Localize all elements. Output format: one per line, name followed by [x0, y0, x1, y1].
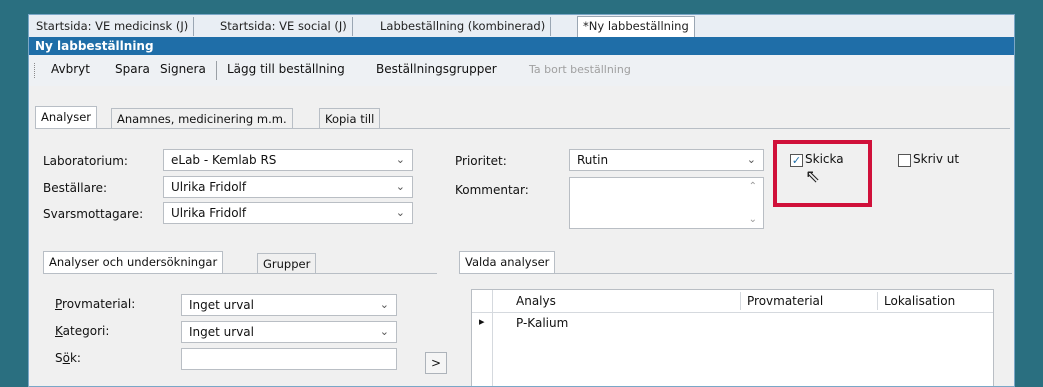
toolbar-separator [216, 61, 217, 80]
doc-tab-medicinsk[interactable]: Startsida: VE medicinsk (J) [31, 17, 195, 36]
priority-select[interactable]: Rutin ⌄ [569, 149, 764, 171]
column-divider [877, 292, 878, 310]
table-row[interactable]: ▸ P-Kalium [472, 313, 993, 333]
orderer-label: Beställare: [43, 181, 108, 195]
row-selector-icon: ▸ [479, 315, 485, 328]
chevron-down-icon: ⌄ [395, 180, 405, 193]
orderer-select[interactable]: Ulrika Fridolf ⌄ [163, 176, 413, 198]
tab-kopia-till[interactable]: Kopia till [319, 108, 381, 128]
subtab-panel-border [43, 273, 437, 274]
scroll-down-icon[interactable]: ⌄ [749, 214, 757, 225]
app-window: Startsida: VE medicinsk (J) Startsida: V… [28, 14, 1015, 387]
chevron-down-icon: ⌄ [379, 298, 389, 311]
laboratory-select[interactable]: eLab - Kemlab RS ⌄ [163, 149, 413, 171]
print-checkbox[interactable] [898, 154, 911, 167]
recipient-select[interactable]: Ulrika Fridolf ⌄ [163, 202, 413, 224]
column-divider [740, 292, 741, 310]
tab-panel-border [35, 128, 1010, 129]
category-value: Inget urval [189, 325, 254, 339]
material-select[interactable]: Inget urval ⌄ [181, 294, 397, 316]
priority-value: Rutin [577, 153, 609, 167]
selected-analyses-grid: Analys Provmaterial Lokalisation ▸ P-Kal… [471, 289, 994, 386]
toolbar-grip [34, 63, 38, 78]
tab-grupper[interactable]: Grupper [257, 253, 317, 273]
recipient-label: Svarsmottagare: [43, 207, 144, 221]
comment-label: Kommentar: [455, 183, 529, 197]
chevron-down-icon: ⌄ [395, 206, 405, 219]
chevron-down-icon: ⌄ [395, 153, 405, 166]
document-tab-bar: Startsida: VE medicinsk (J) Startsida: V… [29, 15, 1014, 38]
doc-tab-social[interactable]: Startsida: VE social (J) [215, 17, 353, 36]
print-label: Skriv ut [913, 152, 960, 166]
toolbar: Avbryt Spara Signera Lägg till beställni… [29, 55, 1014, 87]
add-order-button[interactable]: Lägg till beställning [227, 62, 345, 76]
priority-label: Prioritet: [455, 154, 507, 168]
order-groups-button[interactable]: Beställningsgrupper [376, 62, 497, 76]
tab-analyser-undersokningar[interactable]: Analyser och undersökningar [43, 251, 224, 273]
add-analysis-button[interactable]: > [425, 352, 447, 374]
category-label-text: ategori: [62, 324, 110, 338]
column-header-provmaterial[interactable]: Provmaterial [747, 294, 823, 308]
laboratory-label: Laboratorium: [43, 154, 128, 168]
sign-button[interactable]: Signera [160, 62, 206, 76]
recipient-value: Ulrika Fridolf [171, 206, 247, 220]
column-header-analys[interactable]: Analys [516, 294, 556, 308]
window-title: Ny labbeställning [29, 37, 1014, 55]
category-label: Kategori: [55, 324, 110, 338]
comment-textarea[interactable]: ⌃ ⌄ [569, 177, 764, 229]
row-analys: P-Kalium [516, 316, 569, 330]
material-label: Provmaterial: [55, 297, 136, 311]
doc-tab-kombinerad[interactable]: Labbeställning (kombinerad) [375, 17, 552, 36]
tab-anamnes[interactable]: Anamnes, medicinering m.m. [111, 108, 293, 128]
cancel-button[interactable]: Avbryt [51, 62, 90, 76]
chevron-down-icon: ⌄ [746, 153, 756, 166]
scroll-up-icon[interactable]: ⌃ [749, 181, 757, 192]
search-label: Sök: [55, 351, 81, 365]
category-select[interactable]: Inget urval ⌄ [181, 321, 397, 343]
chevron-down-icon: ⌄ [379, 325, 389, 338]
laboratory-value: eLab - Kemlab RS [171, 153, 277, 167]
material-value: Inget urval [189, 298, 254, 312]
tab-analyser[interactable]: Analyser [35, 106, 97, 128]
selected-panel-border [459, 273, 1012, 274]
doc-tab-ny-labbestallning[interactable]: *Ny labbeställning [577, 16, 695, 38]
save-button[interactable]: Spara [115, 62, 150, 76]
search-input[interactable] [181, 348, 397, 370]
column-header-lokalisation[interactable]: Lokalisation [884, 294, 955, 308]
material-label-text: rovmaterial: [62, 297, 136, 311]
row-header-divider [492, 290, 493, 386]
remove-order-button[interactable]: Ta bort beställning [529, 63, 631, 76]
highlight-box [773, 140, 872, 207]
order-form: Analyser Anamnes, medicinering m.m. Kopi… [29, 86, 1014, 386]
tab-valda-analyser[interactable]: Valda analyser [459, 251, 556, 273]
orderer-value: Ulrika Fridolf [171, 180, 247, 194]
